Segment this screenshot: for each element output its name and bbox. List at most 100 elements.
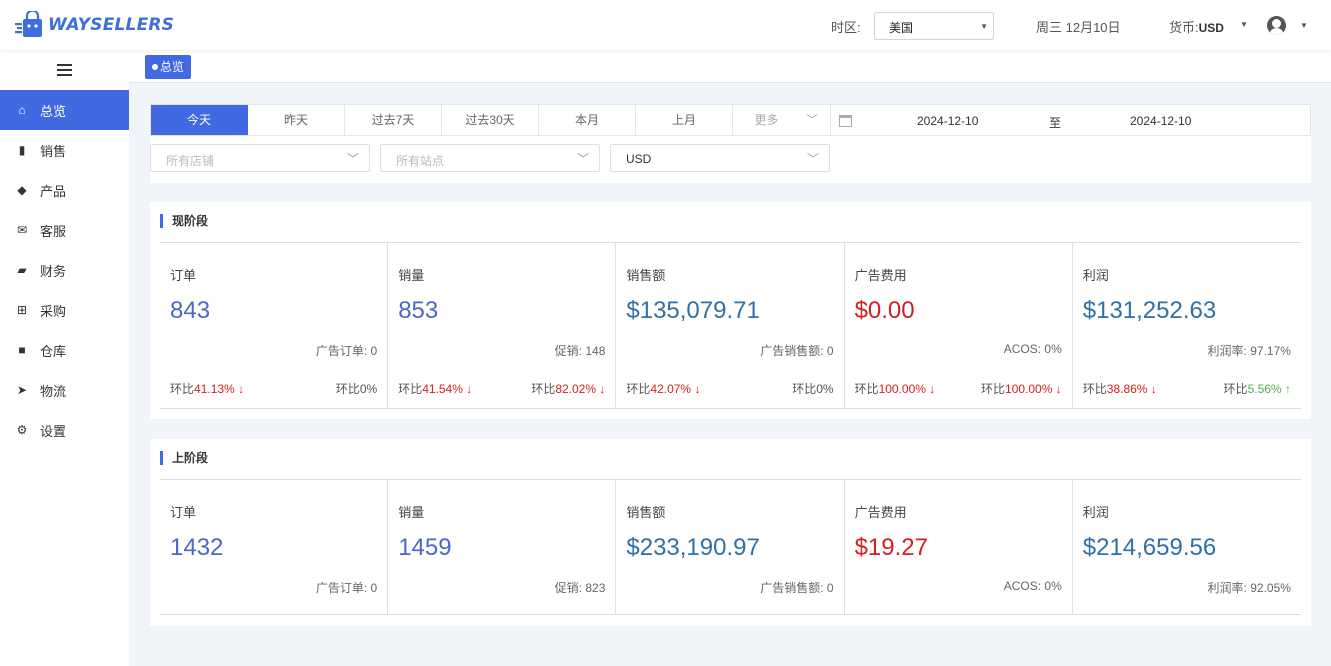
store-placeholder: 所有店铺	[166, 154, 215, 168]
site-select[interactable]: 所有站点 ﹀	[380, 144, 600, 172]
card-sub: 利润率: 92.05%	[1208, 579, 1291, 596]
sidebar-item-label: 产品	[40, 183, 67, 199]
sidebar-item-label: 客服	[40, 223, 67, 239]
sub-label: 促销:	[554, 344, 582, 358]
top-header: WAYSELLERS 时区: 美国 ▼ 周三 12月10日 货币:USD ▼ ▼	[0, 0, 1331, 50]
card-ad-spend: 广告费用 $0.00 ACOS: 0% 环比100.00% ↓ 环比100.00…	[845, 243, 1073, 408]
sidebar-item-label: 采购	[40, 303, 67, 319]
currency-select[interactable]: USD ﹀	[610, 144, 830, 172]
arrow-down-icon: ↓	[929, 382, 936, 396]
card-sub: 利润率: 97.17%	[1208, 342, 1291, 359]
sidebar-item-products[interactable]: ◆ 产品	[0, 170, 129, 210]
card-sub: ACOS: 0%	[1004, 342, 1062, 356]
period-7days-button[interactable]: 过去7天	[345, 105, 442, 135]
date-end[interactable]: 2024-12-10	[1130, 114, 1191, 128]
compare-label: 环比	[854, 382, 879, 396]
period-30days-button[interactable]: 过去30天	[442, 105, 539, 135]
compare-label: 环比	[626, 382, 651, 396]
sub-label: 广告订单:	[315, 581, 368, 595]
compare-value: 41.54%	[422, 382, 463, 396]
date-start[interactable]: 2024-12-10	[917, 114, 978, 128]
card-sub: 广告订单: 0	[316, 579, 377, 596]
arrow-down-icon: ↓	[238, 382, 245, 396]
currency-select-value: USD	[626, 152, 652, 166]
sidebar-item-warehouse[interactable]: ■ 仓库	[0, 330, 129, 370]
compare-value: 100.00%	[878, 382, 926, 396]
date-range-picker[interactable]: 2024-12-10 至 2024-12-10	[827, 104, 1311, 136]
sub-value: 823	[585, 581, 606, 595]
user-avatar-icon[interactable]	[1267, 16, 1286, 35]
card-orders: 订单 843 广告订单: 0 环比41.13% ↓ 环比0%	[160, 243, 389, 408]
period-more-select[interactable]: 更多 ﹀	[733, 105, 830, 135]
shopping-bag-logo-icon	[15, 11, 42, 37]
compare-label: 环比	[335, 382, 360, 396]
user-caret-icon[interactable]: ▼	[1300, 21, 1308, 30]
current-date: 周三 12月10日	[1036, 20, 1121, 35]
card-sub: 广告销售额: 0	[760, 342, 833, 359]
sub-value: 0	[370, 344, 378, 358]
card-profit: 利润 $214,659.56 利润率: 92.05%	[1073, 480, 1301, 614]
chevron-down-icon: ﹀	[806, 152, 819, 166]
arrow-down-icon: ↓	[1055, 382, 1062, 396]
compare-value: 5.56%	[1247, 382, 1282, 396]
compare-label: 环比	[398, 382, 423, 396]
compare-value: 82.02%	[555, 382, 597, 396]
sub-label: 利润率:	[1207, 581, 1247, 595]
arrow-down-icon: ↓	[1150, 382, 1157, 396]
currency-caret-icon[interactable]: ▼	[1240, 20, 1248, 29]
card-sub: 促销: 823	[555, 579, 606, 596]
sub-value: 0%	[1044, 342, 1062, 356]
card-label: 订单	[170, 505, 197, 520]
card-label: 销量	[398, 268, 425, 283]
arrow-down-icon: ↓	[599, 382, 606, 396]
calendar-icon	[839, 115, 852, 127]
card-value: 853	[398, 297, 439, 324]
bar-chart-icon: ▮	[18, 143, 26, 157]
sidebar-item-service[interactable]: ✉ 客服	[0, 210, 129, 250]
compare-left: 环比41.13% ↓	[170, 380, 244, 397]
compare-right: 环比0%	[792, 380, 833, 397]
timezone-select[interactable]: 美国 ▼	[874, 12, 994, 40]
tab-overview[interactable]: 总览	[145, 55, 192, 79]
compare-label: 环比	[531, 382, 556, 396]
sidebar-item-settings[interactable]: ⚙ 设置	[0, 410, 129, 450]
current-period-section: 现阶段 订单 843 广告订单: 0 环比41.13% ↓ 环比0% 销量 85…	[150, 202, 1311, 419]
store-select[interactable]: 所有店铺 ﹀	[150, 144, 370, 172]
sidebar-item-purchase[interactable]: ⊞ 采购	[0, 290, 129, 330]
sub-value: 0	[826, 344, 834, 358]
card-orders: 订单 1432 广告订单: 0	[160, 480, 389, 614]
previous-period-section: 上阶段 订单 1432 广告订单: 0 销量 1459 促销: 823 销售额 …	[150, 439, 1311, 626]
currency-selector[interactable]: 货币:USD	[1169, 17, 1224, 36]
period-yesterday-button[interactable]: 昨天	[248, 105, 345, 135]
period-last-month-button[interactable]: 上月	[636, 105, 733, 135]
card-label: 广告费用	[854, 505, 907, 520]
sub-value: 0	[826, 581, 834, 595]
sidebar-item-label: 物流	[40, 383, 67, 399]
logo[interactable]: WAYSELLERS	[14, 10, 174, 40]
compare-label: 环比	[1082, 382, 1107, 396]
card-label: 广告费用	[854, 268, 907, 283]
compare-left: 环比100.00% ↓	[855, 380, 936, 397]
hamburger-menu-icon[interactable]	[57, 64, 72, 76]
period-this-month-button[interactable]: 本月	[539, 105, 636, 135]
sidebar-item-logistics[interactable]: ➤ 物流	[0, 370, 129, 410]
card-value: $135,079.71	[626, 297, 760, 324]
compare-left: 环比41.54% ↓	[398, 380, 472, 397]
sub-label: 促销:	[554, 581, 582, 595]
sidebar-item-overview[interactable]: ⌂ 总览	[0, 90, 129, 130]
card-sub: 广告销售额: 0	[760, 579, 833, 596]
period-buttons: 今天 昨天 过去7天 过去30天 本月 上月 更多 ﹀	[150, 104, 831, 136]
caret-down-icon: ▼	[980, 22, 988, 31]
sub-value: 0%	[1044, 579, 1062, 593]
sidebar-item-finance[interactable]: ▰ 财务	[0, 250, 129, 290]
sidebar-item-sales[interactable]: ▮ 销售	[0, 130, 129, 170]
tab-strip: 总览	[129, 50, 1331, 83]
sub-value: 148	[585, 344, 606, 358]
compare-right: 环比100.00% ↓	[981, 380, 1062, 397]
period-today-button[interactable]: 今天	[151, 105, 248, 135]
sidebar-item-label: 财务	[40, 263, 67, 279]
card-sales: 销售额 $233,190.97 广告销售额: 0	[616, 480, 845, 614]
card-ad-spend: 广告费用 $19.27 ACOS: 0%	[845, 480, 1073, 614]
chevron-down-icon: ﹀	[805, 113, 818, 127]
compare-label: 环比	[170, 382, 195, 396]
